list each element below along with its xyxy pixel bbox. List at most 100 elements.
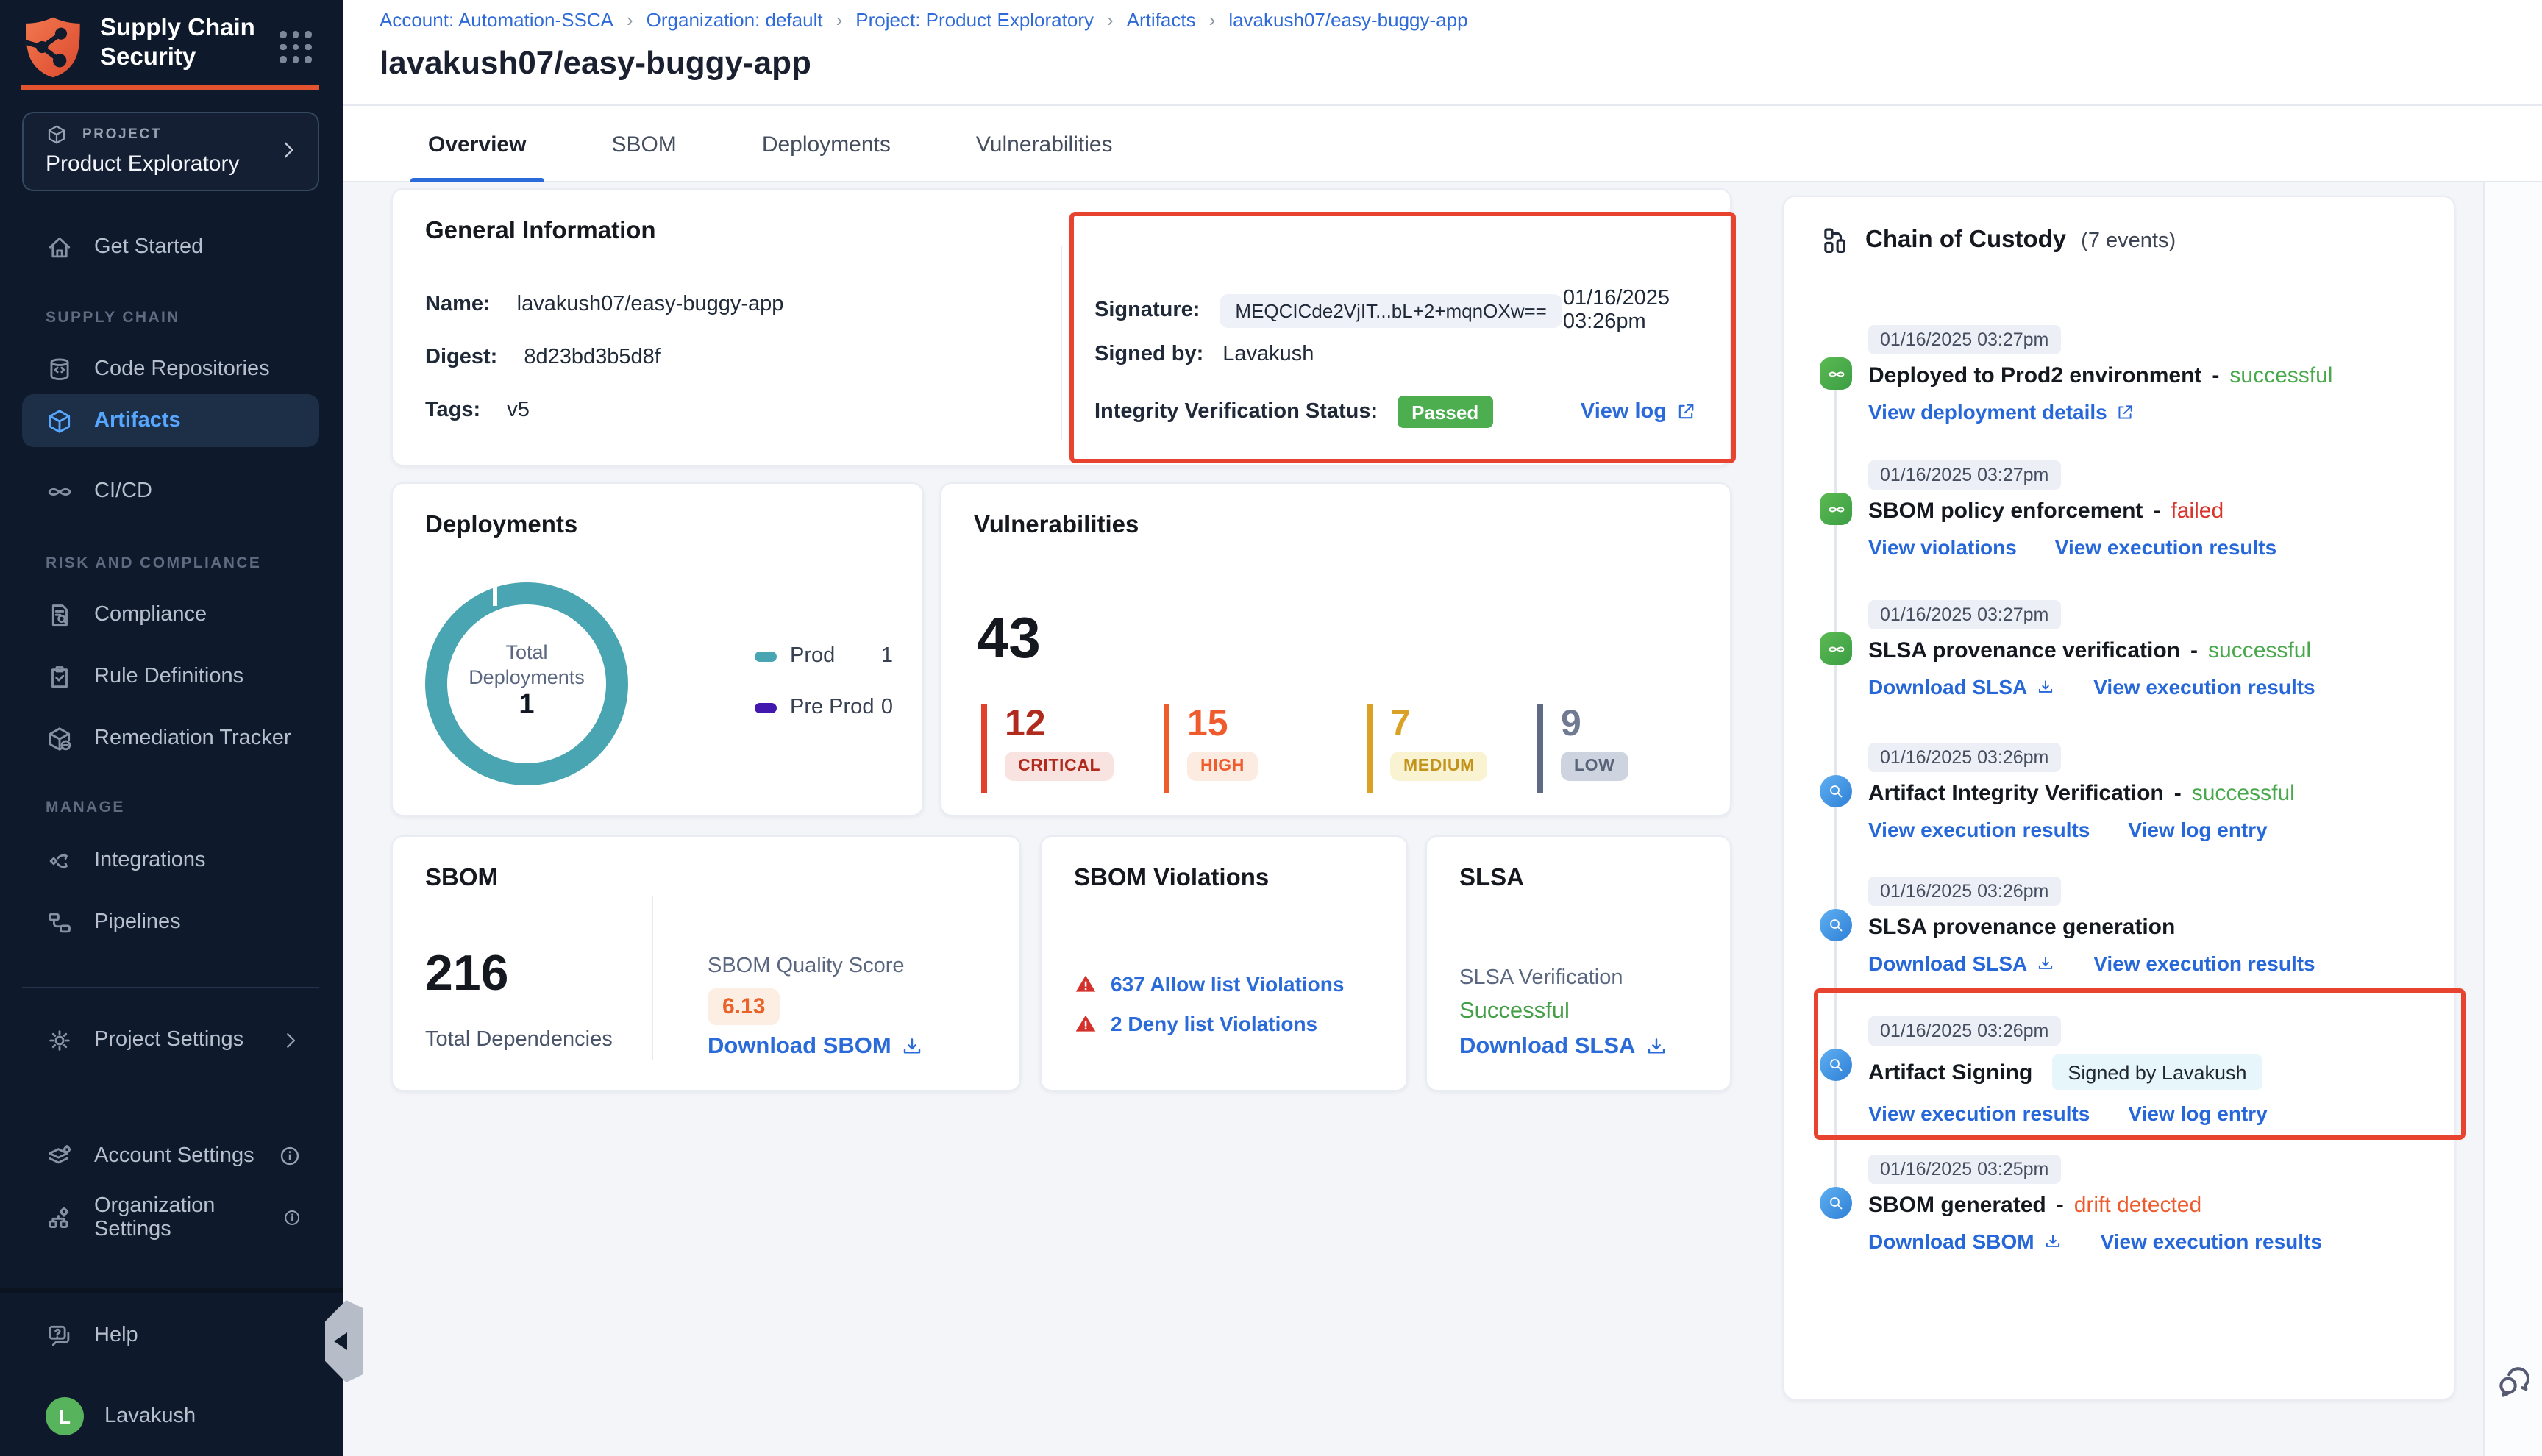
chat-feedback-icon[interactable] [2495, 1363, 2535, 1403]
sidebar-item-integrations[interactable]: Integrations [22, 834, 319, 887]
view-log-entry-link[interactable]: View log entry [2128, 1102, 2267, 1125]
signed-by-row: Signed by: Lavakush [1094, 343, 1696, 366]
sidebar-item-get-started[interactable]: Get Started [22, 221, 319, 274]
event-status: drift detected [2074, 1193, 2201, 1218]
view-violations-link[interactable]: View violations [1868, 535, 2017, 559]
page-header: Account: Automation-SSCA › Organization:… [343, 0, 2542, 182]
sidebar-item-project-settings[interactable]: Project Settings [22, 1013, 319, 1066]
breadcrumb-artifacts[interactable]: Artifacts [1127, 9, 1196, 31]
sidebar-item-code-repositories[interactable]: Code Repositories [22, 343, 319, 396]
download-slsa-link[interactable]: Download SLSA [1459, 1034, 1667, 1060]
view-execution-results-link[interactable]: View execution results [2055, 535, 2276, 559]
sidebar-item-rule-definitions[interactable]: Rule Definitions [22, 650, 319, 703]
allow-list-violations-link[interactable]: 637 Allow list Violations [1111, 972, 1344, 996]
download-icon [900, 1035, 924, 1059]
project-selector[interactable]: PROJECT Product Exploratory [22, 112, 319, 191]
card-title: Vulnerabilities [974, 512, 1139, 540]
event-status: successful [2229, 363, 2332, 388]
view-log-entry-link[interactable]: View log entry [2128, 818, 2267, 841]
breadcrumb-separator: › [1209, 9, 1216, 31]
user-menu[interactable]: L Lavakush [22, 1390, 319, 1443]
download-slsa-link[interactable]: Download SLSA [1868, 675, 2055, 699]
help-chat-icon [46, 1321, 74, 1349]
breadcrumb: Account: Automation-SSCA › Organization:… [380, 9, 1468, 31]
sbom-card: SBOM 216 Total Dependencies SBOM Quality… [391, 835, 1021, 1091]
pipelines-icon [46, 908, 74, 936]
sidebar-item-remediation-tracker[interactable]: Remediation Tracker [22, 712, 319, 765]
chain-of-custody-header: Chain of Custody (7 events) [1820, 225, 2176, 256]
event-title: Deployed to Prod2 environment - successf… [1868, 363, 2433, 388]
view-execution-results-link[interactable]: View execution results [2093, 675, 2315, 699]
view-execution-results-link[interactable]: View execution results [1868, 1102, 2090, 1125]
deny-list-violations-row: 2 Deny list Violations [1074, 1012, 1317, 1035]
sidebar-item-pipelines[interactable]: Pipelines [22, 896, 319, 949]
download-sbom-link[interactable]: Download SBOM [708, 1034, 924, 1060]
event-timestamp: 01/16/2025 03:27pm [1868, 460, 2060, 490]
breadcrumb-separator: › [1107, 9, 1114, 31]
sidebar-item-artifacts[interactable]: Artifacts [22, 394, 319, 447]
view-execution-results-link[interactable]: View execution results [2101, 1230, 2322, 1253]
donut-center-label: Total Deployments 1 [452, 640, 602, 718]
warning-icon [1074, 972, 1097, 996]
app-grid-icon[interactable] [280, 31, 312, 63]
pipeline-event-icon [1820, 493, 1852, 525]
view-deployment-details-link[interactable]: View deployment details [1868, 400, 2135, 424]
sbom-violations-card: SBOM Violations 637 Allow list Violation… [1040, 835, 1408, 1091]
tab-vulnerabilities[interactable]: Vulnerabilities [958, 106, 1131, 182]
card-title: Deployments [425, 512, 577, 540]
box-patch-icon [46, 724, 74, 752]
deployments-card: Deployments Total Deployments 1 Prod 1 P… [391, 482, 924, 816]
project-label: PROJECT [82, 126, 162, 143]
breadcrumb-project[interactable]: Project: Product Exploratory [855, 9, 1094, 31]
accent-divider [21, 85, 319, 90]
brand-shield-icon [21, 15, 85, 79]
total-deployments-value: 1 [452, 693, 602, 718]
download-slsa-link[interactable]: Download SLSA [1868, 952, 2055, 975]
infinity-icon [46, 477, 74, 505]
view-execution-results-link[interactable]: View execution results [2093, 952, 2315, 975]
external-link-icon [1676, 402, 1696, 422]
sidebar-divider [22, 987, 319, 988]
card-title: SBOM [425, 865, 498, 893]
slsa-card: SLSA SLSA Verification Successful Downlo… [1425, 835, 1731, 1091]
sidebar-item-help[interactable]: Help [22, 1309, 319, 1362]
breadcrumb-account[interactable]: Account: Automation-SSCA [380, 9, 613, 31]
breadcrumb-current[interactable]: lavakush07/easy-buggy-app [1228, 9, 1467, 31]
event-title: SBOM policy enforcement - failed [1868, 499, 2433, 524]
artifact-cube-icon [46, 407, 74, 435]
general-information-card: General Information Name: lavakush07/eas… [391, 188, 1731, 466]
right-panel-strip [2483, 182, 2542, 1456]
tab-deployments[interactable]: Deployments [744, 106, 908, 182]
collapse-arrow-icon [334, 1332, 347, 1350]
download-icon [2043, 1232, 2062, 1251]
document-search-icon [46, 601, 74, 629]
sidebar-item-account-settings[interactable]: Account Settings [22, 1130, 319, 1182]
download-icon [1644, 1035, 1667, 1059]
vertical-divider [1061, 246, 1062, 440]
tab-overview[interactable]: Overview [410, 106, 544, 182]
tab-sbom[interactable]: SBOM [594, 106, 694, 182]
event-status: successful [2192, 781, 2295, 806]
sidebar-item-organization-settings[interactable]: Organization Settings [22, 1191, 319, 1244]
severity-high: 15 HIGH [1164, 704, 1258, 793]
event-sbom-generated: 01/16/2025 03:25pm SBOM generated - drif… [1820, 1155, 2433, 1253]
signed-by-badge: Signed by Lavakush [2051, 1054, 2262, 1090]
view-execution-results-link[interactable]: View execution results [1868, 818, 2090, 841]
download-icon [2036, 954, 2055, 973]
deny-list-violations-link[interactable]: 2 Deny list Violations [1111, 1012, 1317, 1035]
view-log-link[interactable]: View log [1581, 400, 1696, 424]
sidebar-item-cicd[interactable]: CI/CD [22, 465, 319, 518]
scan-event-icon [1820, 775, 1852, 807]
signature-row: Signature: MEQCICde2VjIT...bL+2+mqnOXw==… [1094, 287, 1696, 334]
allow-list-violations-row: 637 Allow list Violations [1074, 972, 1344, 996]
events-count: (7 events) [2081, 229, 2176, 252]
download-sbom-link[interactable]: Download SBOM [1868, 1230, 2062, 1253]
breadcrumb-organization[interactable]: Organization: default [647, 9, 823, 31]
sidebar-item-compliance[interactable]: Compliance [22, 588, 319, 641]
event-timestamp: 01/16/2025 03:26pm [1868, 743, 2060, 772]
vertical-divider [652, 896, 653, 1060]
severity-low: 9 LOW [1537, 704, 1628, 793]
event-artifact-integrity-verification: 01/16/2025 03:26pm Artifact Integrity Ve… [1820, 743, 2433, 841]
avatar: L [46, 1397, 84, 1435]
integrations-icon [46, 846, 74, 874]
